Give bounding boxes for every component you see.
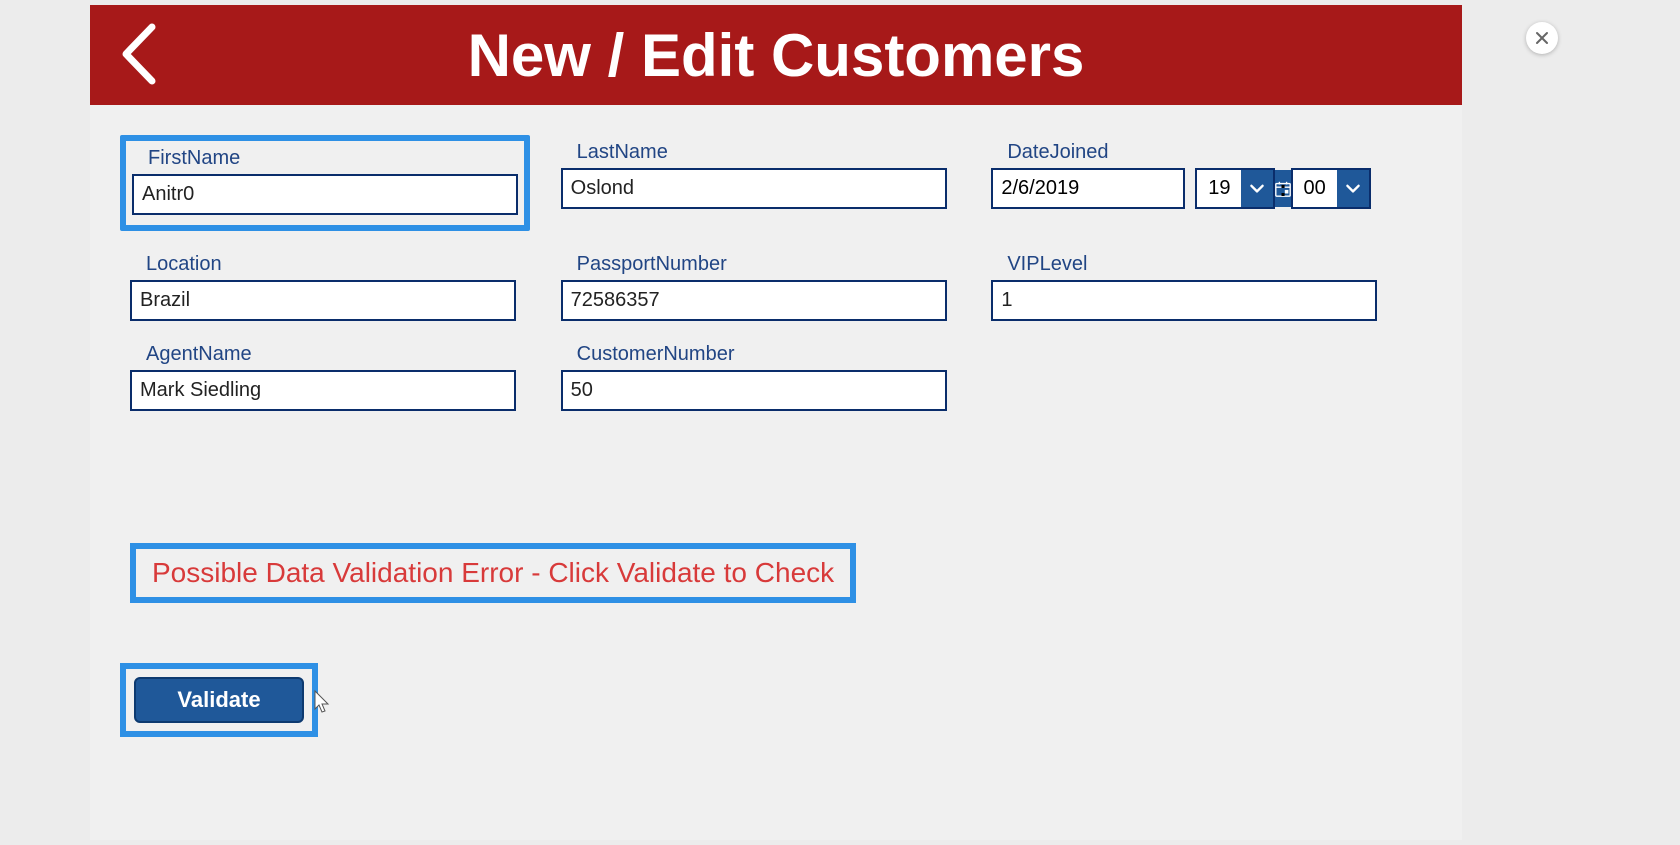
time-separator: : — [1275, 176, 1290, 202]
date-input-wrap — [991, 168, 1185, 209]
passportnumber-input[interactable] — [561, 280, 947, 321]
lastname-input[interactable] — [561, 168, 947, 209]
lastname-label: LastName — [577, 141, 992, 164]
viplevel-label: VIPLevel — [1007, 253, 1422, 276]
customernumber-input[interactable] — [561, 370, 947, 411]
close-icon — [1535, 31, 1549, 45]
minute-dropdown-button[interactable] — [1337, 170, 1369, 207]
validate-button[interactable]: Validate — [134, 677, 304, 723]
form-area: FirstName LastName DateJoined — [90, 105, 1462, 737]
location-label: Location — [146, 253, 561, 276]
form-row: FirstName LastName DateJoined — [130, 141, 1422, 231]
minute-value: 00 — [1293, 170, 1337, 207]
firstname-input[interactable] — [132, 174, 518, 215]
location-input[interactable] — [130, 280, 516, 321]
datejoined-cluster: 19 : 00 — [991, 168, 1422, 209]
customernumber-label: CustomerNumber — [577, 343, 992, 366]
agentname-label: AgentName — [146, 343, 561, 366]
minute-select[interactable]: 00 — [1291, 168, 1371, 209]
firstname-highlight: FirstName — [120, 135, 530, 231]
passportnumber-label: PassportNumber — [577, 253, 992, 276]
edit-customer-panel: New / Edit Customers FirstName LastName … — [90, 5, 1462, 840]
hour-select[interactable]: 19 — [1195, 168, 1275, 209]
datejoined-label: DateJoined — [1007, 141, 1422, 164]
agentname-input[interactable] — [130, 370, 516, 411]
firstname-label: FirstName — [148, 147, 518, 170]
validation-warning-text: Possible Data Validation Error - Click V… — [152, 557, 834, 588]
chevron-left-icon — [116, 21, 160, 87]
panel-header: New / Edit Customers — [90, 5, 1462, 105]
chevron-down-icon — [1249, 183, 1265, 195]
chevron-down-icon — [1345, 183, 1361, 195]
viplevel-input[interactable] — [991, 280, 1377, 321]
form-row: AgentName CustomerNumber — [130, 343, 1422, 411]
form-row: Location PassportNumber VIPLevel — [130, 253, 1422, 321]
hour-dropdown-button[interactable] — [1241, 170, 1273, 207]
hour-value: 19 — [1197, 170, 1241, 207]
back-button[interactable] — [116, 21, 160, 92]
panel-title: New / Edit Customers — [90, 21, 1462, 90]
validate-highlight: Validate — [120, 663, 318, 737]
validation-warning-highlight: Possible Data Validation Error - Click V… — [130, 543, 856, 603]
close-button[interactable] — [1526, 22, 1558, 54]
